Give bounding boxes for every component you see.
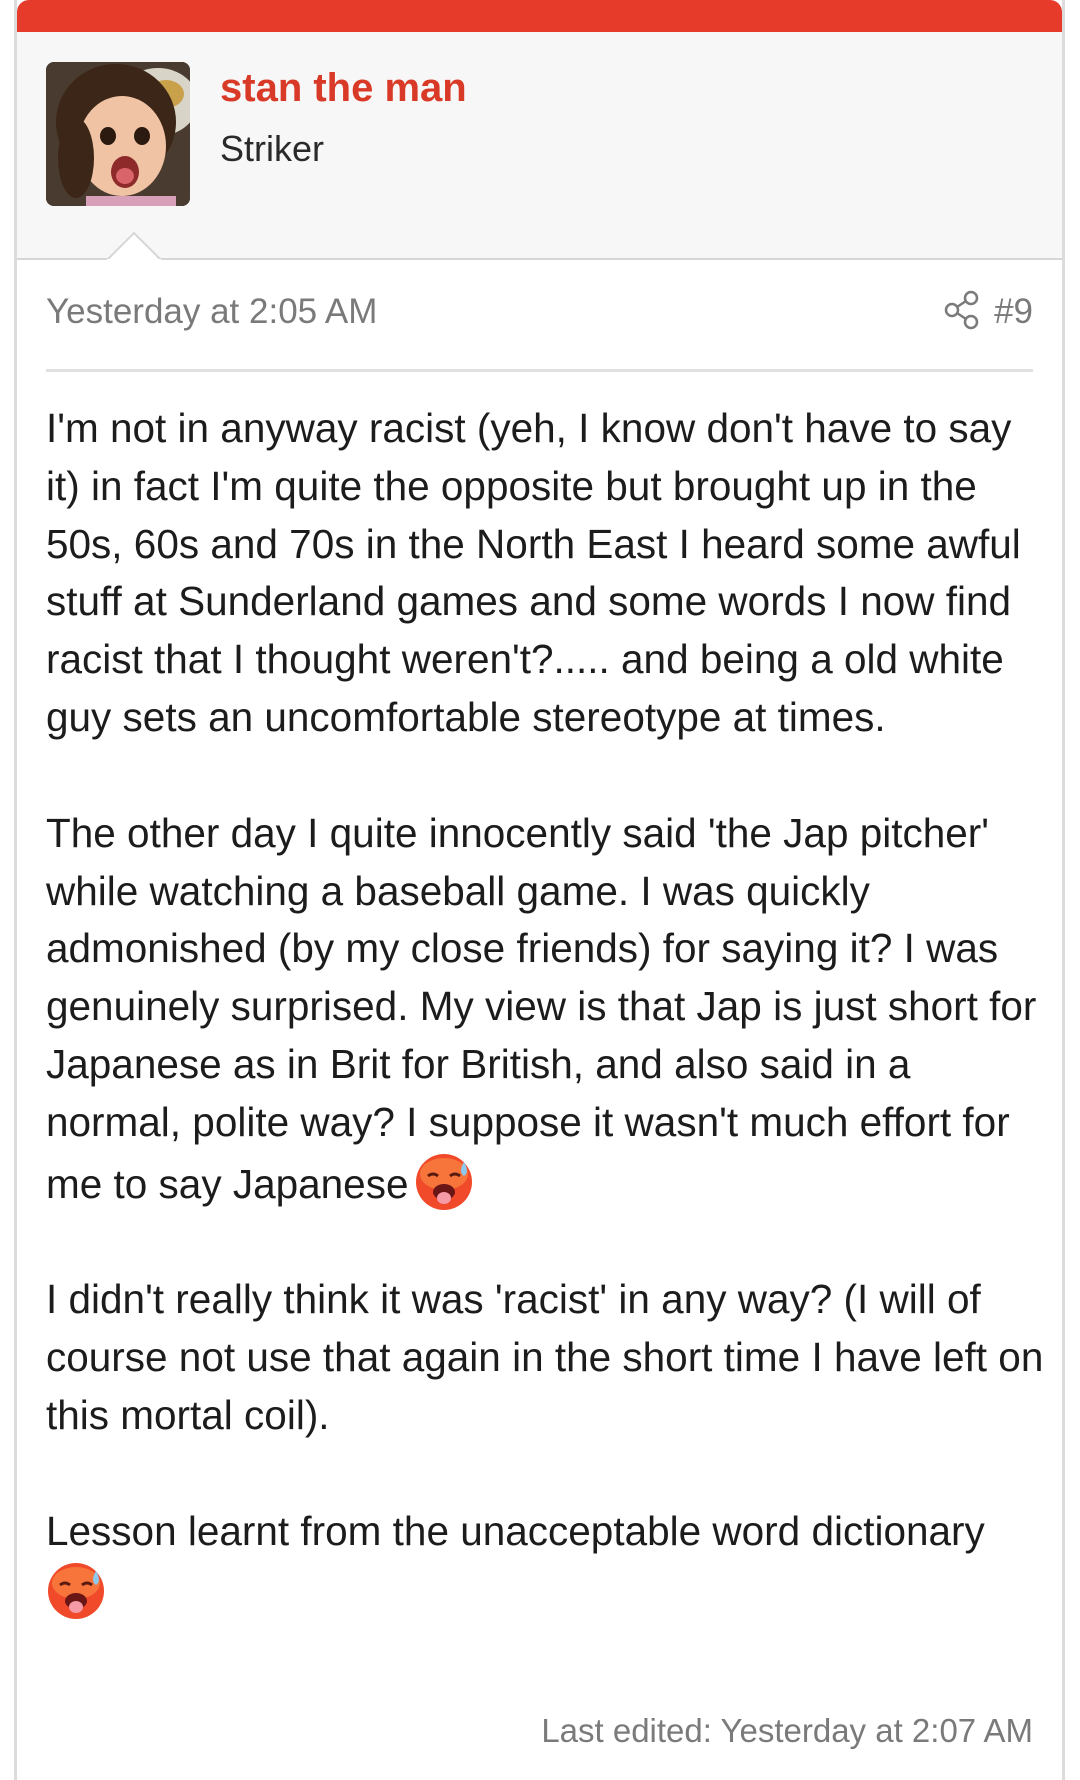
meta-divider [46,369,1033,372]
post-paragraph: I didn't really think it was 'racist' in… [46,1276,1044,1438]
post-meta-row: Yesterday at 2:05 AM #9 [46,290,1033,340]
post-paragraph: The other day I quite innocently said 't… [46,805,1046,1214]
hot-face-emoji-icon [416,1153,473,1210]
post-body: I'm not in anyway racist (yeh, I know do… [46,400,1046,1622]
post-paragraph-text: The other day I quite innocently said 't… [46,809,1037,1207]
share-icon[interactable] [943,290,981,330]
post-paragraph: Lesson learnt from the unacceptable word… [46,1503,1046,1623]
post-card: stan the man Striker Yesterday at 2:05 A… [17,0,1062,1780]
avatar-photo-icon [46,62,190,206]
post-paragraph-text: Lesson learnt from the unacceptable word… [46,1507,985,1554]
forum-post-page: stan the man Striker Yesterday at 2:05 A… [0,0,1080,1780]
post-number-link[interactable]: #9 [992,292,1033,332]
header-pointer-arrow [107,231,161,261]
post-paragraph: I'm not in anyway racist (yeh, I know do… [46,405,1021,740]
post-user-header: stan the man Striker [17,32,1062,260]
accent-top-bar [17,0,1062,32]
user-avatar[interactable] [46,62,190,206]
post-timestamp[interactable]: Yesterday at 2:05 AM [46,292,377,332]
user-title: Striker [220,128,325,169]
hot-face-emoji-icon [48,1562,104,1619]
username-link[interactable]: stan the man [220,66,467,111]
right-border [1062,0,1065,1780]
last-edited-note: Last edited: Yesterday at 2:07 AM [541,1712,1033,1749]
